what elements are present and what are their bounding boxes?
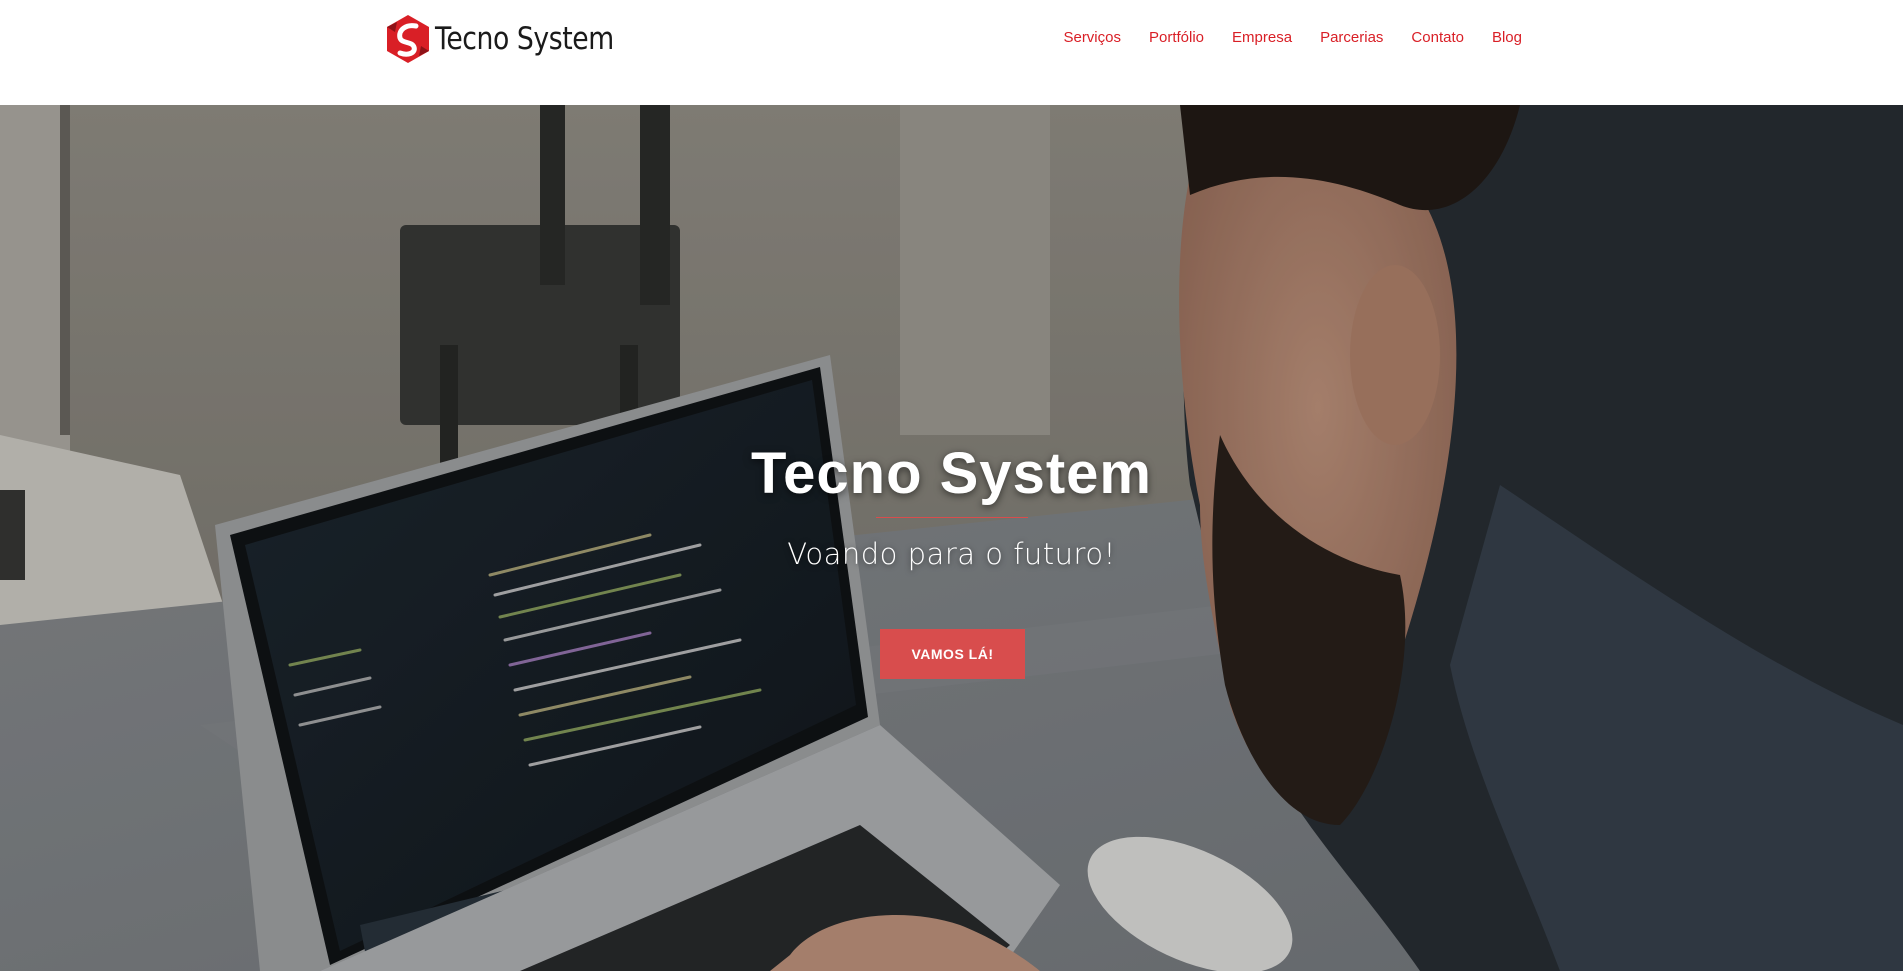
nav-link-servicos[interactable]: Serviços <box>1063 28 1121 48</box>
nav-link-empresa[interactable]: Empresa <box>1232 28 1292 48</box>
tecno-system-logo-icon <box>387 15 429 63</box>
page: Tecno System Serviços Portfólio Empresa … <box>0 0 1903 971</box>
nav-link-parcerias[interactable]: Parcerias <box>1320 28 1383 48</box>
hero-section: Tecno System Voando para o futuro! VAMOS… <box>0 105 1903 971</box>
nav-link-portfolio[interactable]: Portfólio <box>1149 28 1204 48</box>
site-header: Tecno System Serviços Portfólio Empresa … <box>0 0 1903 105</box>
hero-divider <box>876 517 1028 518</box>
cta-button[interactable]: VAMOS LÁ! <box>880 629 1025 679</box>
hero-subtitle: Voando para o futuro! <box>787 537 1116 571</box>
nav-link-blog[interactable]: Blog <box>1492 28 1522 48</box>
logo-text: Tecno System <box>435 21 614 57</box>
nav-link-contato[interactable]: Contato <box>1411 28 1464 48</box>
logo-link[interactable]: Tecno System <box>385 14 643 64</box>
hero-content: Tecno System Voando para o futuro! VAMOS… <box>0 105 1903 971</box>
main-nav: Serviços Portfólio Empresa Parcerias Con… <box>1063 28 1522 48</box>
hero-title: Tecno System <box>751 441 1152 506</box>
